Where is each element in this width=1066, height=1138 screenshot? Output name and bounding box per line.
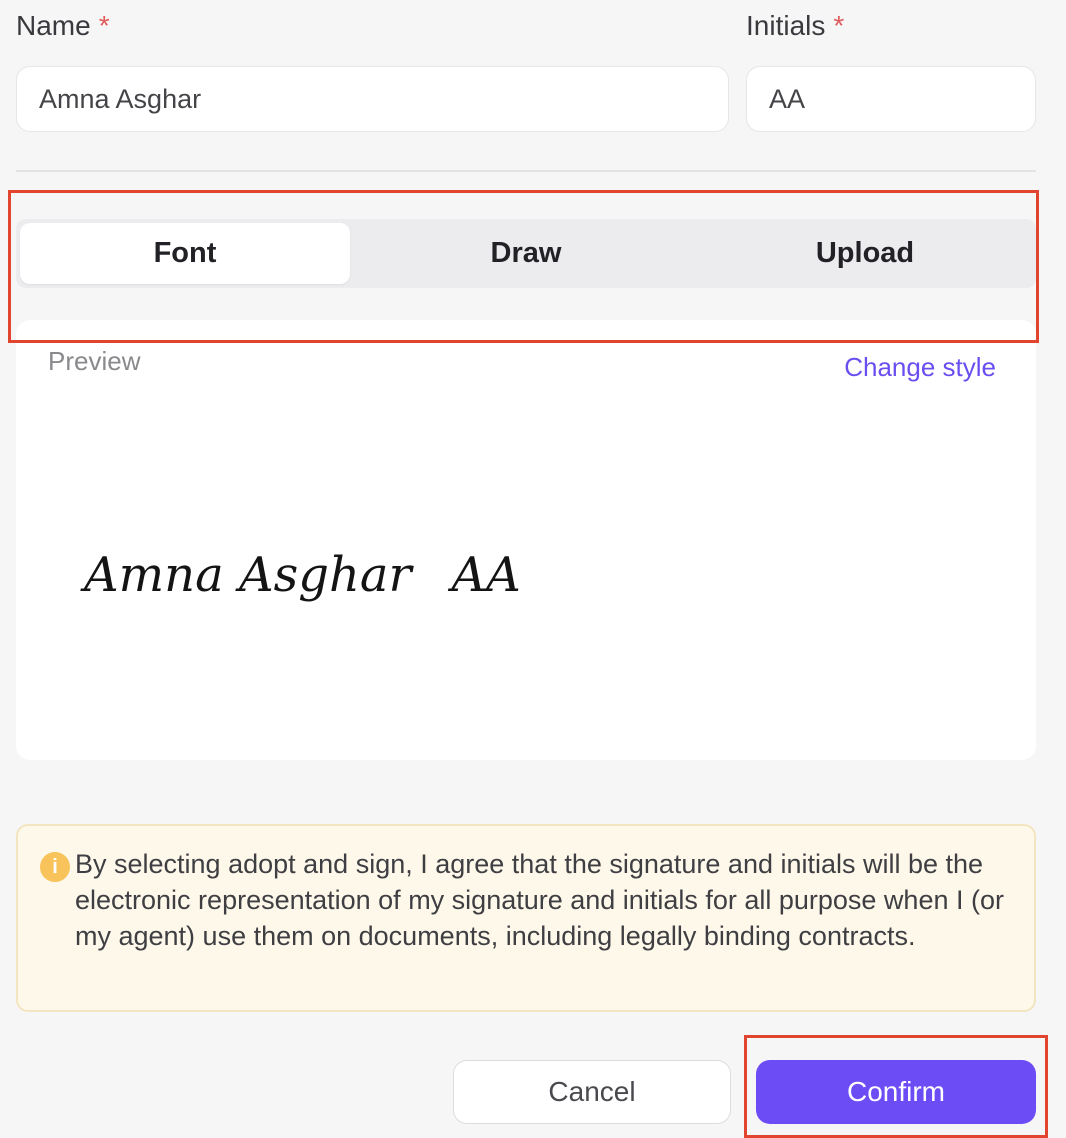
signature-method-tabs: Font Draw Upload xyxy=(16,219,1036,288)
required-mark: * xyxy=(98,10,110,41)
confirm-button-label: Confirm xyxy=(846,1076,945,1107)
consent-notice-text: By selecting adopt and sign, I agree tha… xyxy=(75,849,1004,951)
initials-label: Initials * xyxy=(746,10,844,42)
signature-preview-panel: Preview Change style Amna Asghar AA xyxy=(16,320,1036,760)
name-label-text: Name xyxy=(16,10,91,41)
signature-preview: Amna Asghar AA xyxy=(84,520,521,630)
tab-upload[interactable]: Upload xyxy=(700,223,1030,284)
signature-text: Amna Asghar xyxy=(84,547,412,603)
info-icon: i xyxy=(40,852,70,882)
tab-draw-label: Draw xyxy=(490,237,562,269)
initials-input[interactable] xyxy=(746,66,1036,132)
change-style-link[interactable]: Change style xyxy=(844,352,996,383)
tab-upload-label: Upload xyxy=(815,237,915,269)
cancel-button-label: Cancel xyxy=(548,1076,636,1107)
required-mark: * xyxy=(833,10,845,41)
tab-font-label: Font xyxy=(153,237,217,269)
consent-notice: i By selecting adopt and sign, I agree t… xyxy=(16,824,1036,1012)
name-input[interactable] xyxy=(16,66,729,132)
confirm-button[interactable]: Confirm xyxy=(756,1060,1036,1124)
divider xyxy=(16,170,1036,172)
tab-font[interactable]: Font xyxy=(20,223,350,284)
cancel-button[interactable]: Cancel xyxy=(453,1060,731,1124)
preview-label: Preview xyxy=(48,346,141,376)
initials-signature-text: AA xyxy=(451,547,521,603)
initials-label-text: Initials xyxy=(746,10,826,41)
tab-draw[interactable]: Draw xyxy=(361,223,691,284)
name-label: Name * xyxy=(16,10,110,42)
